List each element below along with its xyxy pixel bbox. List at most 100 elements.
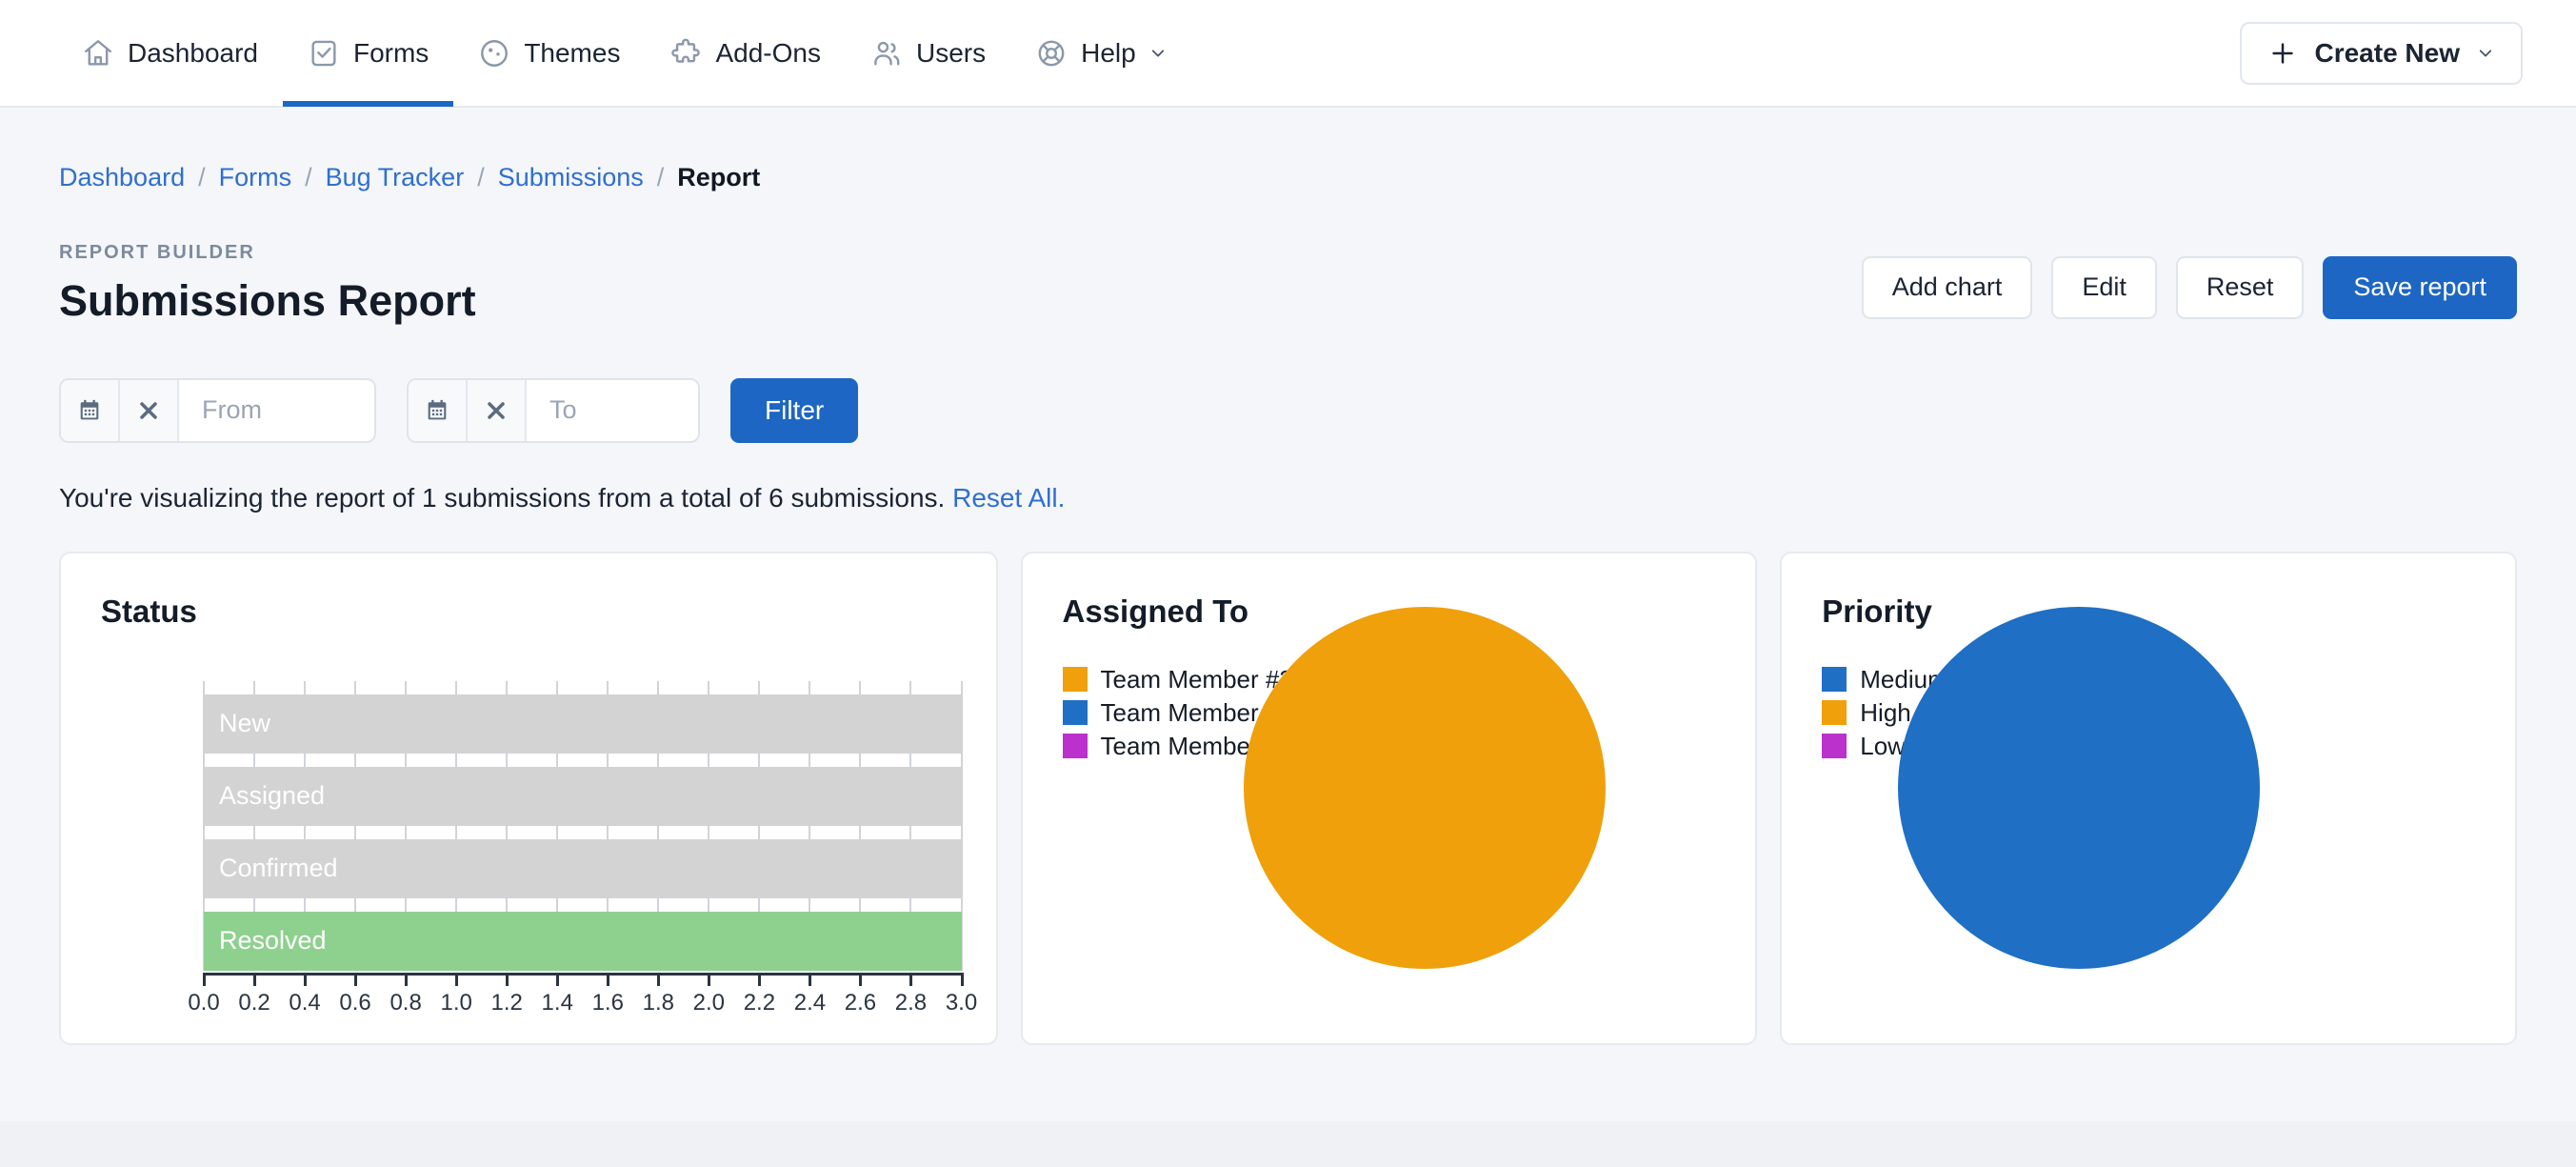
page-eyebrow: REPORT BUILDER: [59, 242, 476, 264]
to-date-group: [407, 378, 700, 443]
create-new-label: Create New: [2314, 38, 2460, 69]
x-axis-tick-label: 1.4: [542, 990, 573, 1016]
bar-label: Confirmed: [204, 854, 338, 883]
breadcrumb-separator: /: [464, 163, 498, 192]
x-axis-tick: [455, 973, 458, 986]
page-content: Dashboard / Forms / Bug Tracker / Submis…: [0, 108, 2576, 1045]
x-axis-tick-label: 0.4: [289, 990, 320, 1016]
nav-item-label: Help: [1081, 38, 1136, 69]
x-axis-tick: [809, 973, 811, 986]
lifebuoy-icon: [1035, 37, 1068, 70]
x-axis-tick: [556, 973, 559, 986]
breadcrumb-item-forms[interactable]: Forms: [219, 163, 292, 192]
users-icon: [870, 37, 903, 70]
to-date-input[interactable]: [527, 380, 698, 441]
nav-item-add-ons[interactable]: Add-Ons: [645, 0, 846, 107]
x-axis-tick-label: 2.4: [794, 990, 826, 1016]
x-axis-ticks: [204, 973, 962, 986]
x-axis-tick-label: 1.8: [643, 990, 674, 1016]
x-axis-tick-label: 2.2: [744, 990, 775, 1016]
chart-title-priority: Priority: [1782, 553, 2515, 630]
x-axis-tick-label: 2.6: [845, 990, 876, 1016]
summary-text: You're visualizing the report of 1 submi…: [59, 483, 2517, 513]
from-date-group: [59, 378, 376, 443]
clear-from-date-button[interactable]: [120, 380, 179, 441]
bar-plot-area: New Assigned Confirmed Resolved: [204, 694, 962, 971]
legend-label: Team Member #3: [1101, 665, 1293, 694]
x-axis-tick-label: 1.6: [592, 990, 624, 1016]
palette-icon: [478, 37, 510, 70]
x-axis-tick-label: 1.2: [491, 990, 523, 1016]
create-new-button[interactable]: Create New: [2240, 22, 2523, 85]
home-icon: [82, 37, 114, 70]
bar-new[interactable]: New: [204, 694, 962, 754]
breadcrumb-separator: /: [291, 163, 326, 192]
breadcrumb-separator: /: [185, 163, 219, 192]
pie-slice-assigned-to[interactable]: [1244, 607, 1606, 969]
title-block: REPORT BUILDER Submissions Report: [59, 242, 476, 325]
x-axis-tick-label: 0.2: [238, 990, 270, 1016]
x-axis-tick: [253, 973, 256, 986]
nav-item-themes[interactable]: Themes: [453, 0, 645, 107]
save-report-button[interactable]: Save report: [2323, 256, 2517, 319]
nav-item-label: Add-Ons: [715, 38, 821, 69]
legend-swatch: [1822, 700, 1847, 725]
chevron-down-icon: [2477, 45, 2494, 62]
pie-slice-priority[interactable]: [1898, 607, 2260, 969]
page-header: REPORT BUILDER Submissions Report Add ch…: [59, 242, 2517, 325]
from-date-input[interactable]: [179, 380, 374, 441]
reset-button[interactable]: Reset: [2176, 256, 2305, 319]
reset-all-link[interactable]: Reset All.: [952, 483, 1065, 513]
calendar-icon[interactable]: [61, 380, 120, 441]
nav-item-label: Forms: [353, 38, 429, 69]
x-axis-tick-labels: 0.00.20.40.60.81.01.21.41.61.82.02.22.42…: [204, 990, 962, 1022]
add-chart-button[interactable]: Add chart: [1862, 256, 2033, 319]
calendar-icon[interactable]: [409, 380, 468, 441]
edit-button[interactable]: Edit: [2051, 256, 2157, 319]
bar-label: Resolved: [204, 926, 327, 956]
chart-card-priority: Priority MediumHighLow: [1780, 552, 2517, 1045]
x-axis-tick-label: 2.8: [895, 990, 927, 1016]
legend-label: High: [1860, 698, 1910, 728]
x-axis-tick: [758, 973, 761, 986]
legend-swatch: [1822, 734, 1847, 758]
bar-label: Assigned: [204, 781, 325, 811]
nav-item-help[interactable]: Help: [1010, 0, 1191, 107]
x-axis-tick-label: 0.8: [389, 990, 421, 1016]
nav-item-dashboard[interactable]: Dashboard: [57, 0, 283, 107]
bar-resolved[interactable]: Resolved: [204, 912, 962, 971]
breadcrumb-item-submissions[interactable]: Submissions: [498, 163, 644, 192]
nav-item-users[interactable]: Users: [846, 0, 1010, 107]
breadcrumb: Dashboard / Forms / Bug Tracker / Submis…: [59, 108, 2517, 192]
filter-button[interactable]: Filter: [730, 378, 858, 443]
legend-swatch: [1063, 667, 1088, 692]
page-title: Submissions Report: [59, 277, 476, 325]
breadcrumb-separator: /: [644, 163, 678, 192]
x-axis-tick: [859, 973, 862, 986]
x-axis-tick: [657, 973, 660, 986]
nav-item-forms[interactable]: Forms: [283, 0, 453, 107]
legend-label: Low: [1860, 732, 1906, 761]
page-actions: Add chart Edit Reset Save report: [1862, 256, 2517, 325]
nav-item-label: Dashboard: [128, 38, 258, 69]
puzzle-icon: [669, 37, 702, 70]
footer-band: [0, 1121, 2576, 1167]
bar-confirmed[interactable]: Confirmed: [204, 839, 962, 898]
clear-to-date-button[interactable]: [468, 380, 527, 441]
legend-swatch: [1063, 734, 1088, 758]
breadcrumb-item-dashboard[interactable]: Dashboard: [59, 163, 185, 192]
x-axis-tick-label: 0.0: [188, 990, 219, 1016]
top-navigation-bar: Dashboard Forms Themes: [0, 0, 2576, 108]
summary-message: You're visualizing the report of 1 submi…: [59, 483, 945, 513]
nav-items: Dashboard Forms Themes: [57, 0, 1191, 107]
x-axis-tick: [708, 973, 710, 986]
chevron-down-icon: [1149, 45, 1167, 62]
x-axis-tick-label: 3.0: [946, 990, 977, 1016]
bar-assigned[interactable]: Assigned: [204, 767, 962, 826]
bars: New Assigned Confirmed Resolved: [204, 694, 962, 971]
x-axis-tick: [506, 973, 509, 986]
legend-item[interactable]: Team Member #3: [1063, 664, 1293, 695]
breadcrumb-item-bug-tracker[interactable]: Bug Tracker: [326, 163, 465, 192]
x-axis-tick: [961, 973, 964, 986]
legend-swatch: [1822, 667, 1847, 692]
